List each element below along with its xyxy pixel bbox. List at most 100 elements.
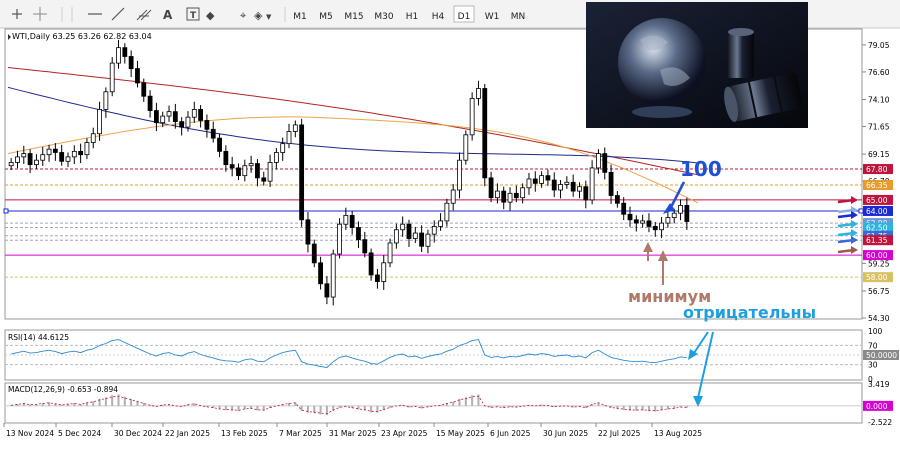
candle-body [564,181,570,185]
rsi-tick-label: 100 [868,327,883,336]
price-tick-label: 74.10 [868,96,890,105]
candle-body [532,178,538,184]
candle-body [621,202,627,215]
price-label-text: 60.00 [866,251,888,260]
candle-body [324,283,330,298]
candle-body [457,159,462,191]
timeframe-tab[interactable]: W1 [485,12,500,22]
candle-body [659,222,664,231]
candle-body [109,62,115,93]
date-tick-label: 5 Dec 2024 [58,429,101,438]
timeframe-tab[interactable]: M1 [293,12,307,22]
timeframe-tab[interactable]: H1 [406,12,419,22]
candle-body [21,153,27,158]
candle-body [172,111,178,122]
annotation-ma100-label: 100 [680,157,722,181]
macd-current-label: 0.000 [866,402,888,411]
candle-body [90,133,96,143]
candle-body [8,162,14,167]
timeframe-tab[interactable]: M15 [344,12,363,22]
svg-text:◆: ◆ [206,9,215,22]
candle-body [318,262,323,285]
candle-body [179,121,185,128]
candle-body [273,152,279,163]
candle-body [261,177,267,182]
text-tool-icon[interactable]: A [163,8,173,22]
candle-body [292,124,298,132]
macd-tick-label: -2.522 [868,418,892,427]
rsi-current-label: 50.0000 [866,351,897,360]
candle-body [444,202,450,222]
timeframe-tab[interactable]: M5 [319,12,333,22]
candle-body [223,150,229,166]
price-tick-label: 76.60 [868,68,890,77]
candle-body [425,233,431,247]
candle-body [27,153,33,166]
candle-body [40,154,46,161]
candle-body [438,220,443,227]
candle-body [501,190,507,203]
candle-body [381,262,387,282]
macd-tick-label: 3.419 [868,380,890,389]
candle-body [684,205,690,222]
candle-body [450,189,456,204]
date-tick-label: 30 Dec 2024 [114,429,162,438]
candle-body [513,192,519,199]
price-label-text: 64.00 [866,207,888,216]
date-tick-label: 30 Jun 2025 [543,429,588,438]
candle-body [280,143,286,153]
candle-body [343,214,349,225]
timeframe-tab[interactable]: MN [511,12,526,22]
candle-body [463,134,469,161]
candle-body [65,156,71,162]
candle-body [368,252,374,276]
candle-body [551,179,557,191]
candle-body [596,153,601,169]
candle-body [633,219,639,224]
price-tick-label: 59.25 [868,259,890,268]
candle-body [135,68,140,84]
candle-body [349,214,355,228]
price-tick-label: 69.15 [868,150,890,159]
candle-body [59,152,65,162]
candle-body [52,148,58,153]
rsi-title: RSI(14) 44.6125 [8,333,69,342]
timeframe-tab[interactable]: M30 [374,12,393,22]
candle-body [494,190,500,199]
candle-body [387,242,393,264]
price-tick-label: 54.30 [868,314,890,323]
chart-title: WTI,Daily 63.25 63.26 62.82 63.04 [12,32,152,41]
annotation-negative-label: отрицательны [683,303,816,322]
candle-body [330,253,336,298]
date-tick-label: 13 Aug 2025 [654,429,702,438]
candle-body [71,150,77,158]
candle-body [15,156,20,163]
date-tick-label: 22 Jul 2025 [598,429,641,438]
candle-body [210,128,216,139]
candle-body [476,88,481,99]
candle-body [646,220,652,227]
date-tick-label: 13 Nov 2024 [6,429,54,438]
candle-body [78,150,84,156]
candle-body [608,171,614,196]
rsi-tick-label: 70 [868,341,878,350]
candle-body [589,167,595,201]
candle-body [153,110,159,124]
candle-body [191,109,197,118]
candle-body [419,232,425,247]
candle-body [671,212,677,218]
candle-body [469,98,475,136]
level-handle-right[interactable] [858,208,864,214]
candle-body [305,219,311,245]
candle-body [286,131,292,145]
candle-body [116,47,121,64]
candle-body [678,205,683,214]
level-handle-left[interactable] [3,208,9,214]
date-tick-label: 31 Mar 2025 [329,429,377,438]
timeframe-tab[interactable]: D1 [458,12,471,22]
timeframe-tab[interactable]: H4 [432,12,445,22]
candle-body [84,142,90,156]
date-tick-label: 23 Apr 2025 [381,429,428,438]
candle-body [122,47,128,57]
svg-text:▼: ▼ [266,13,272,21]
